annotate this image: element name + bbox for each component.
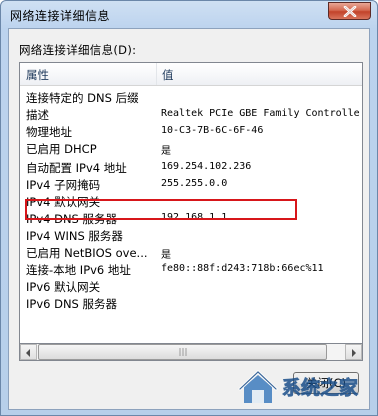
details-label: 网络连接详细信息(D): [19,43,137,57]
property-name: 已启用 NetBIOS ove... [26,246,148,260]
property-name: 连接-本地 IPv6 地址 [26,263,131,277]
chevron-left-icon [26,349,30,357]
table-row[interactable]: 自动配置 IPv4 地址 169.254.102.236 [20,159,362,176]
table-row[interactable]: 连接特定的 DNS 后缀 [20,89,362,106]
table-row[interactable]: 连接-本地 IPv6 地址 fe80::88f:d243:718b:66ec%1… [20,261,362,278]
table-row[interactable]: IPv4 WINS 服务器 [20,227,362,244]
ipv4-highlight-annotation [25,199,297,220]
property-value: 是 [161,250,171,261]
dialog-window: 网络连接详细信息 网络连接详细信息(D): 属性 值 连接特定的 DNS 后缀 … [0,0,378,416]
column-header-value[interactable]: 值 [162,67,174,83]
table-row[interactable]: 已启用 DHCP 是 [20,140,362,157]
table-row[interactable]: IPv4 子网掩码 255.255.0.0 [20,176,362,193]
property-name: 物理地址 [26,125,72,139]
house-logo-icon [238,369,278,403]
watermark-text: 系统之家 [282,376,359,399]
chevron-right-icon [352,349,356,357]
details-listview[interactable]: 属性 值 连接特定的 DNS 后缀 描述 Realtek PCIe GBE Fa… [19,62,363,344]
window-title: 网络连接详细信息 [10,9,111,23]
table-row[interactable]: IPv6 默认网关 [20,278,362,295]
scroll-right-button[interactable] [345,344,362,360]
property-value: 是 [161,146,171,157]
table-row[interactable]: 物理地址 10-C3-7B-6C-6F-46 [20,123,362,140]
title-bar[interactable]: 网络连接详细信息 [1,1,377,29]
grip-icon [179,348,187,356]
property-name: IPv6 默认网关 [26,280,101,294]
property-name: IPv6 DNS 服务器 [26,297,118,311]
property-name: 自动配置 IPv4 地址 [26,161,127,175]
property-name: 已启用 DHCP [26,142,97,156]
table-row[interactable]: 已启用 NetBIOS ove... 是 [20,244,362,261]
table-row[interactable]: IPv6 DNS 服务器 [20,295,362,312]
window-close-button[interactable] [328,2,371,20]
property-name: 连接特定的 DNS 后缀 [26,91,139,105]
property-value: 10-C3-7B-6C-6F-46 [161,125,264,136]
property-value: 169.254.102.236 [161,161,252,172]
property-name: IPv4 子网掩码 [26,178,101,192]
listview-header: 属性 值 [20,63,362,86]
column-divider[interactable] [156,63,157,85]
property-name: 描述 [26,108,49,122]
property-value: Realtek PCIe GBE Family Controlle [161,108,360,119]
property-value: 255.255.0.0 [161,178,228,189]
watermark-logo: 系统之家 [238,363,374,409]
property-value: fe80::88f:d243:718b:66ec%11 [161,263,324,274]
scrollbar-thumb[interactable] [38,344,327,360]
close-x-icon [343,6,357,17]
scroll-left-button[interactable] [20,344,37,360]
horizontal-scrollbar[interactable] [19,344,363,361]
table-row[interactable]: 描述 Realtek PCIe GBE Family Controlle [20,106,362,123]
property-name: IPv4 WINS 服务器 [26,229,123,243]
column-header-property[interactable]: 属性 [26,67,49,83]
dialog-body: 网络连接详细信息(D): 属性 值 连接特定的 DNS 后缀 描述 Realte… [8,28,370,410]
